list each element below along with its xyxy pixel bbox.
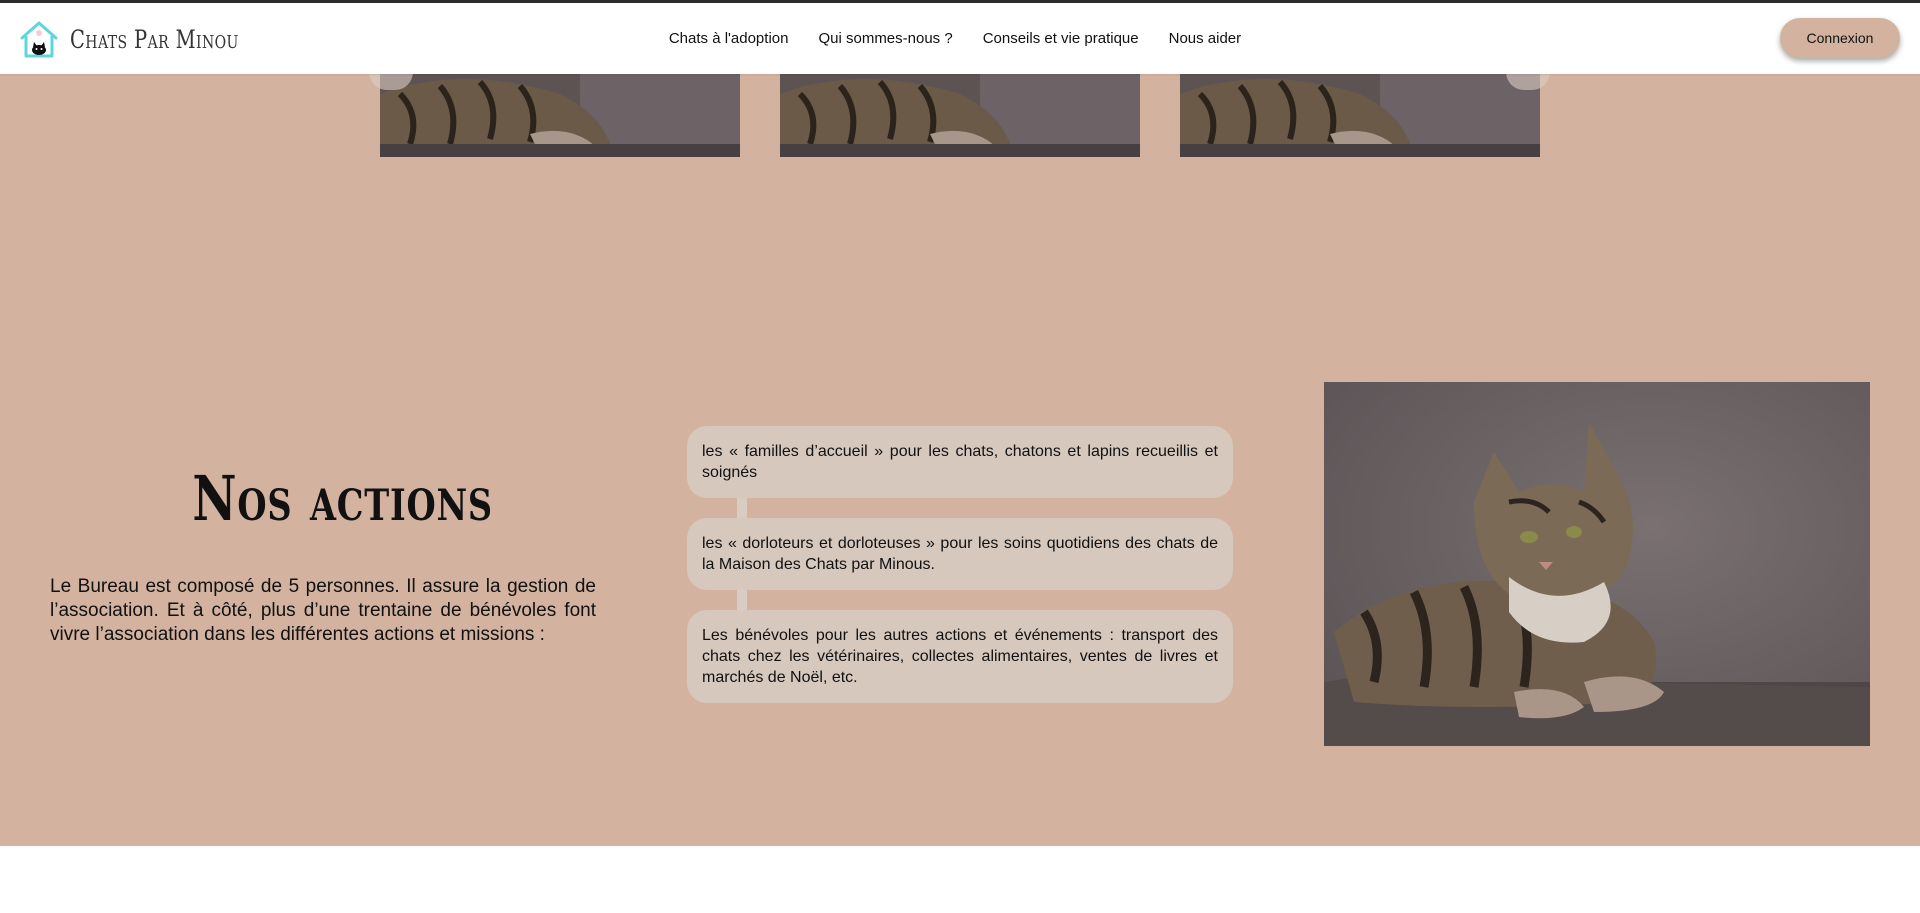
action-item: les « dorloteurs et dorloteuses » pour l… xyxy=(687,518,1233,590)
page-bottom xyxy=(0,846,1920,913)
section-intro: Le Bureau est composé de 5 personnes. Il… xyxy=(50,576,596,645)
main-nav: Chats à l'adoption Qui sommes-nous ? Con… xyxy=(0,3,1920,74)
carousel-image[interactable] xyxy=(780,74,1140,157)
action-item: Les bénévoles pour les autres actions et… xyxy=(687,610,1233,703)
cat-photo xyxy=(1324,382,1870,746)
cat-photo xyxy=(780,74,1140,157)
login-button[interactable]: Connexion xyxy=(1780,18,1900,58)
nav-help-us[interactable]: Nous aider xyxy=(1169,30,1242,47)
nav-advice[interactable]: Conseils et vie pratique xyxy=(983,30,1139,47)
cat-illustration xyxy=(1324,382,1870,746)
carousel-image[interactable] xyxy=(1180,74,1540,157)
site-header: Chats Par Minou Chats à l'adoption Qui s… xyxy=(0,3,1920,74)
cat-photo xyxy=(380,74,740,157)
nav-adoption[interactable]: Chats à l'adoption xyxy=(669,30,789,47)
cat-photo xyxy=(1180,74,1540,157)
section-title: Nos actions xyxy=(192,462,493,535)
action-item: les « familles d’accueil » pour les chat… xyxy=(687,426,1233,498)
nav-about[interactable]: Qui sommes-nous ? xyxy=(818,30,952,47)
carousel-image[interactable] xyxy=(380,74,740,157)
